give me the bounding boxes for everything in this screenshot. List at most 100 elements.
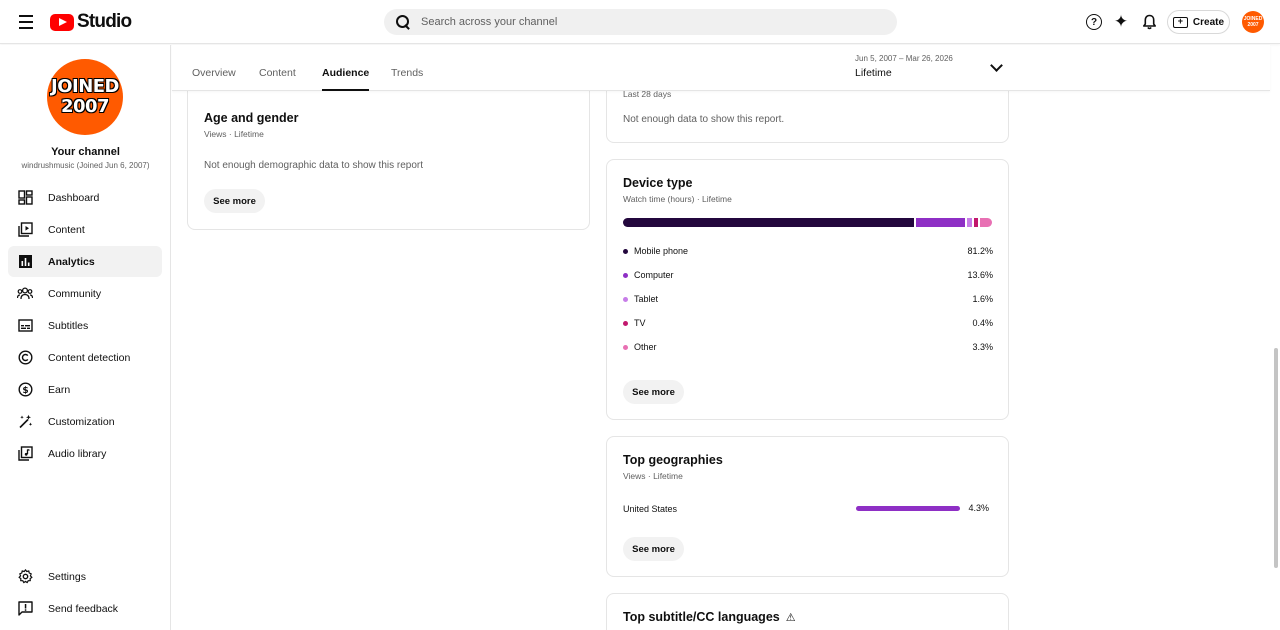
- device-percent: 1.6%: [972, 294, 993, 304]
- top-geographies-card: Top geographies Views · Lifetime United …: [606, 436, 1009, 577]
- svg-text:$: $: [22, 386, 28, 396]
- device-percent: 3.3%: [972, 342, 993, 352]
- youtube-play-icon: [50, 13, 74, 31]
- device-segment: [623, 218, 914, 227]
- account-avatar[interactable]: JOINED 2007: [1242, 11, 1264, 33]
- menu-icon[interactable]: [16, 12, 36, 32]
- tab-audience[interactable]: Audience: [322, 67, 370, 91]
- avatar-text-line2: 2007: [1247, 22, 1259, 28]
- logo-text: Studio: [77, 11, 132, 32]
- sidebar-item-audio-library[interactable]: Audio library: [8, 438, 162, 469]
- geo-percent: 4.3%: [968, 503, 989, 513]
- channel-subtitle: windrushmusic (Joined Jun 6, 2007): [21, 161, 150, 170]
- card-subtitle: Watch time (hours) · Lifetime: [623, 194, 732, 204]
- device-name: Computer: [634, 270, 674, 280]
- subtitle-languages-card: Top subtitle/CC languages ⚠: [606, 593, 1009, 630]
- chevron-down-icon[interactable]: [990, 59, 1003, 72]
- device-segment: [966, 218, 973, 227]
- geo-bar: [856, 506, 960, 511]
- audio-library-icon: [17, 446, 33, 462]
- see-more-button[interactable]: See more: [623, 537, 684, 561]
- feedback-icon: [17, 601, 33, 617]
- sparkle-icon[interactable]: ✦: [1112, 12, 1130, 31]
- content-icon: [17, 222, 33, 238]
- channel-avatar[interactable]: JOINED 2007: [47, 59, 123, 135]
- search-input[interactable]: [421, 16, 861, 28]
- device-name: Tablet: [634, 294, 659, 304]
- see-more-button[interactable]: See more: [204, 189, 265, 213]
- device-legend-row: Tablet 1.6%: [623, 292, 993, 306]
- channel-title: Your channel: [51, 146, 120, 158]
- subtitles-icon: [17, 318, 33, 334]
- card-title: Top subtitle/CC languages: [623, 610, 780, 624]
- card-title: Device type: [623, 176, 693, 190]
- legend-dot: [623, 272, 628, 278]
- sidebar-item-settings[interactable]: Settings: [8, 561, 162, 592]
- legend-dot: [623, 296, 628, 302]
- sidebar-item-earn[interactable]: $ Earn: [8, 374, 162, 405]
- sidebar-item-community[interactable]: Community: [8, 278, 162, 309]
- device-percent: 81.2%: [967, 246, 993, 256]
- device-name: TV: [634, 318, 646, 328]
- create-button[interactable]: + Create: [1167, 10, 1230, 34]
- date-range-dates: Jun 5, 2007 – Mar 26, 2026: [855, 54, 953, 63]
- empty-message: Not enough demographic data to show this…: [204, 160, 424, 171]
- legend-dot: [623, 320, 628, 326]
- sidebar-item-label: Earn: [48, 383, 71, 396]
- dashboard-icon: [17, 190, 33, 206]
- magic-wand-icon: [17, 414, 33, 430]
- sidebar-item-label: Content: [48, 223, 85, 236]
- empty-message: Not enough data to show this report.: [623, 114, 785, 125]
- search-bar[interactable]: [384, 9, 897, 35]
- date-range-label: Lifetime: [855, 67, 892, 79]
- dollar-icon: $: [17, 382, 33, 398]
- device-name: Mobile phone: [634, 246, 689, 256]
- card-title: Top geographies: [623, 453, 723, 467]
- sidebar-item-analytics[interactable]: Analytics: [8, 246, 162, 277]
- legend-dot: [623, 248, 628, 254]
- top-header: Studio ? ✦ + Create JOINED 2007: [0, 0, 1280, 44]
- sidebar-item-label: Audio library: [48, 447, 107, 460]
- sidebar-item-content-detection[interactable]: Content detection: [8, 342, 162, 373]
- sidebar-item-subtitles[interactable]: Subtitles: [8, 310, 162, 341]
- device-type-card: Device type Watch time (hours) · Lifetim…: [606, 159, 1009, 420]
- sidebar-item-send-feedback[interactable]: Send feedback: [8, 593, 162, 624]
- device-legend-row: Mobile phone 81.2%: [623, 244, 993, 258]
- bell-icon[interactable]: [1140, 13, 1158, 31]
- help-icon[interactable]: ?: [1086, 14, 1102, 30]
- gear-icon: [17, 569, 33, 585]
- geo-country: United States: [623, 504, 678, 514]
- device-legend-row: Other 3.3%: [623, 340, 993, 354]
- channel-avatar-line1: JOINED: [51, 76, 120, 97]
- device-share-bar: [623, 218, 992, 227]
- warning-icon[interactable]: ⚠: [786, 611, 796, 624]
- sidebar-item-label: Subtitles: [48, 319, 89, 332]
- scrollbar[interactable]: [1274, 348, 1278, 568]
- device-name: Other: [634, 342, 657, 352]
- sidebar-item-label: Content detection: [48, 351, 131, 364]
- device-percent: 13.6%: [967, 270, 993, 280]
- sidebar-item-customization[interactable]: Customization: [8, 406, 162, 437]
- studio-logo[interactable]: Studio: [50, 11, 132, 33]
- device-segment: [980, 218, 992, 227]
- see-more-button[interactable]: See more: [623, 380, 684, 404]
- sidebar-item-dashboard[interactable]: Dashboard: [8, 182, 162, 213]
- sidebar-item-label: Customization: [48, 415, 115, 428]
- device-legend-row: TV 0.4%: [623, 316, 993, 330]
- analytics-tabs-bar: Overview Content Audience Trends Jun 5, …: [172, 45, 1270, 91]
- channel-avatar-line2: 2007: [60, 96, 110, 117]
- card-title-row: Top subtitle/CC languages ⚠: [623, 610, 796, 624]
- device-segment: [915, 218, 965, 227]
- date-range-selector[interactable]: Jun 5, 2007 – Mar 26, 2026 Lifetime: [855, 54, 953, 79]
- sidebar-item-label: Dashboard: [48, 191, 100, 204]
- search-icon[interactable]: [395, 14, 411, 30]
- analytics-icon: [17, 254, 33, 270]
- tab-content[interactable]: Content: [259, 67, 296, 89]
- sidebar-item-label: Analytics: [48, 255, 95, 268]
- device-segment: [974, 218, 979, 227]
- sidebar-item-content[interactable]: Content: [8, 214, 162, 245]
- tab-trends[interactable]: Trends: [391, 67, 423, 89]
- tab-overview[interactable]: Overview: [192, 67, 236, 89]
- age-gender-card: Age and gender Views · Lifetime Not enou…: [187, 80, 590, 230]
- card-subtitle: Views · Lifetime: [623, 471, 683, 481]
